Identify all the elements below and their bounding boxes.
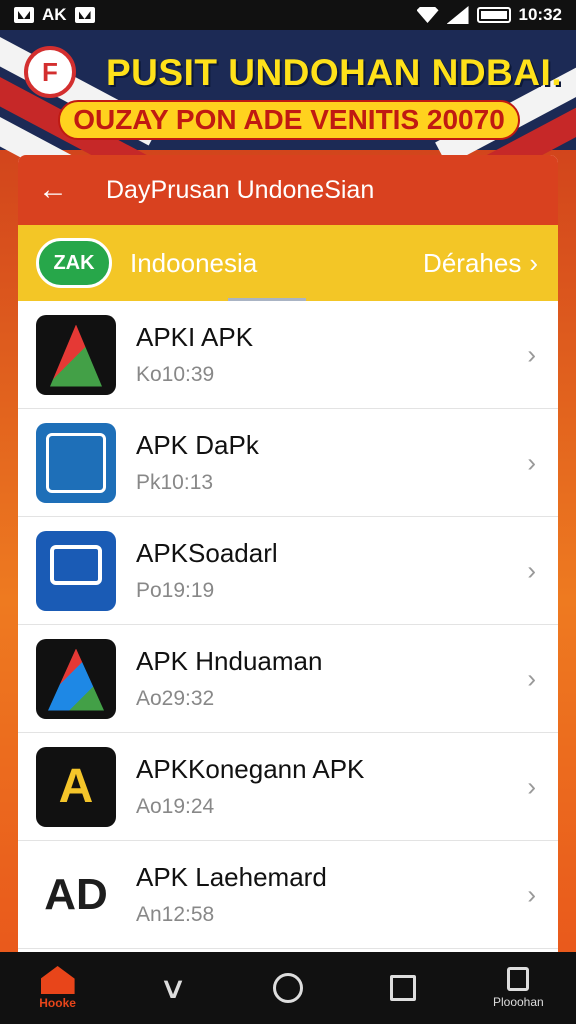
chevron-right-icon: ›: [527, 555, 536, 585]
square-icon: [390, 975, 417, 1001]
back-arrow-icon[interactable]: ←: [38, 175, 86, 205]
list-item[interactable]: APK DaPk Pk10:13 ›: [18, 409, 558, 517]
chevron-right-icon: ›: [527, 771, 536, 801]
status-left-text: AK: [42, 5, 67, 24]
app-bar-title: DayPrusan UndoneSian: [106, 175, 375, 204]
app-time: An12:58: [136, 903, 215, 926]
apk-triangle-icon: [36, 638, 116, 719]
chevron-right-icon: ›: [529, 247, 538, 278]
app-name: APKI APK: [136, 322, 254, 352]
app-time: Po19:19: [136, 579, 215, 602]
nav-home-circle[interactable]: [238, 952, 338, 1024]
nav-back[interactable]: ∨: [123, 952, 223, 1024]
list-item[interactable]: APKSoadarl Po19:19 ›: [18, 517, 558, 625]
chevron-right-icon: ›: [527, 447, 536, 477]
circle-icon: [272, 973, 303, 1003]
apk-gear-icon: [36, 530, 116, 611]
chevron-right-icon: ›: [527, 879, 536, 909]
status-time: 10:32: [518, 5, 562, 24]
banner-subtitle: OUZAY PON ADE VENITIS 20070: [58, 100, 520, 140]
brand-logo-icon: F: [24, 46, 76, 98]
status-bar: AK 10:32: [0, 0, 576, 30]
battery-icon: [476, 7, 511, 23]
list-item[interactable]: AD APK Laehemard An12:58 ›: [18, 841, 558, 949]
signal-icon: [446, 6, 469, 24]
chevron-right-icon: ›: [527, 339, 536, 369]
country-details-link[interactable]: Dérahes ›: [423, 248, 538, 279]
nav-recents[interactable]: [353, 952, 453, 1024]
nav-downloads[interactable]: Plooohan: [468, 952, 568, 1024]
app-name: APKKonegann APK: [136, 754, 365, 784]
wifi-icon: [416, 7, 439, 23]
country-action-label: Dérahes: [423, 247, 522, 278]
nav-home[interactable]: Hooke: [8, 952, 108, 1024]
list-item[interactable]: APKI APK Ko10:39 ›: [18, 301, 558, 409]
app-time: Ao29:32: [136, 687, 215, 710]
app-panel: ← DayPrusan UndoneSian ZAK Indoonesia Dé…: [18, 155, 558, 952]
bag-icon: [507, 967, 530, 991]
country-badge-icon: ZAK: [36, 238, 112, 288]
nav-downloads-label: Plooohan: [492, 995, 544, 1009]
bottom-nav: Hooke ∨ Plooohan: [0, 952, 576, 1024]
app-time: Pk10:13: [136, 471, 214, 494]
apk-ad-icon: AD: [36, 854, 116, 935]
chevron-down-icon: ∨: [158, 971, 188, 1005]
apk-a-icon: [36, 314, 116, 395]
status-right: 10:32: [416, 5, 562, 25]
home-icon: [40, 966, 75, 994]
status-left: AK: [14, 5, 95, 25]
app-time: Ao19:24: [136, 795, 215, 818]
app-bar: ← DayPrusan UndoneSian: [18, 155, 558, 225]
app-name: APKSoadarl: [136, 538, 278, 568]
notification-icon: [74, 7, 95, 23]
nav-home-label: Hooke: [39, 996, 76, 1010]
app-time: Ko10:39: [136, 363, 215, 386]
apk-letter-a-icon: A: [36, 746, 116, 827]
app-name: APK DaPk: [136, 430, 259, 460]
banner-title: PUSIT UNDOHAN NDBAI.: [106, 52, 563, 93]
notification-icon: [14, 7, 34, 23]
app-name: APK Hnduaman: [136, 646, 323, 676]
app-list: APKI APK Ko10:39 › APK DaPk Pk10:13 › AP…: [18, 301, 558, 949]
promo-banner[interactable]: F PUSIT UNDOHAN NDBAI. OUZAY PON ADE VEN…: [0, 40, 576, 140]
country-bar[interactable]: ZAK Indoonesia Dérahes ›: [18, 225, 558, 301]
list-item[interactable]: APK Hnduaman Ao29:32 ›: [18, 625, 558, 733]
app-name: APK Laehemard: [136, 862, 327, 892]
country-name: Indoonesia: [130, 247, 258, 278]
apk-box-icon: [36, 422, 116, 503]
chevron-right-icon: ›: [527, 663, 536, 693]
list-item[interactable]: A APKKonegann APK Ao19:24 ›: [18, 733, 558, 841]
